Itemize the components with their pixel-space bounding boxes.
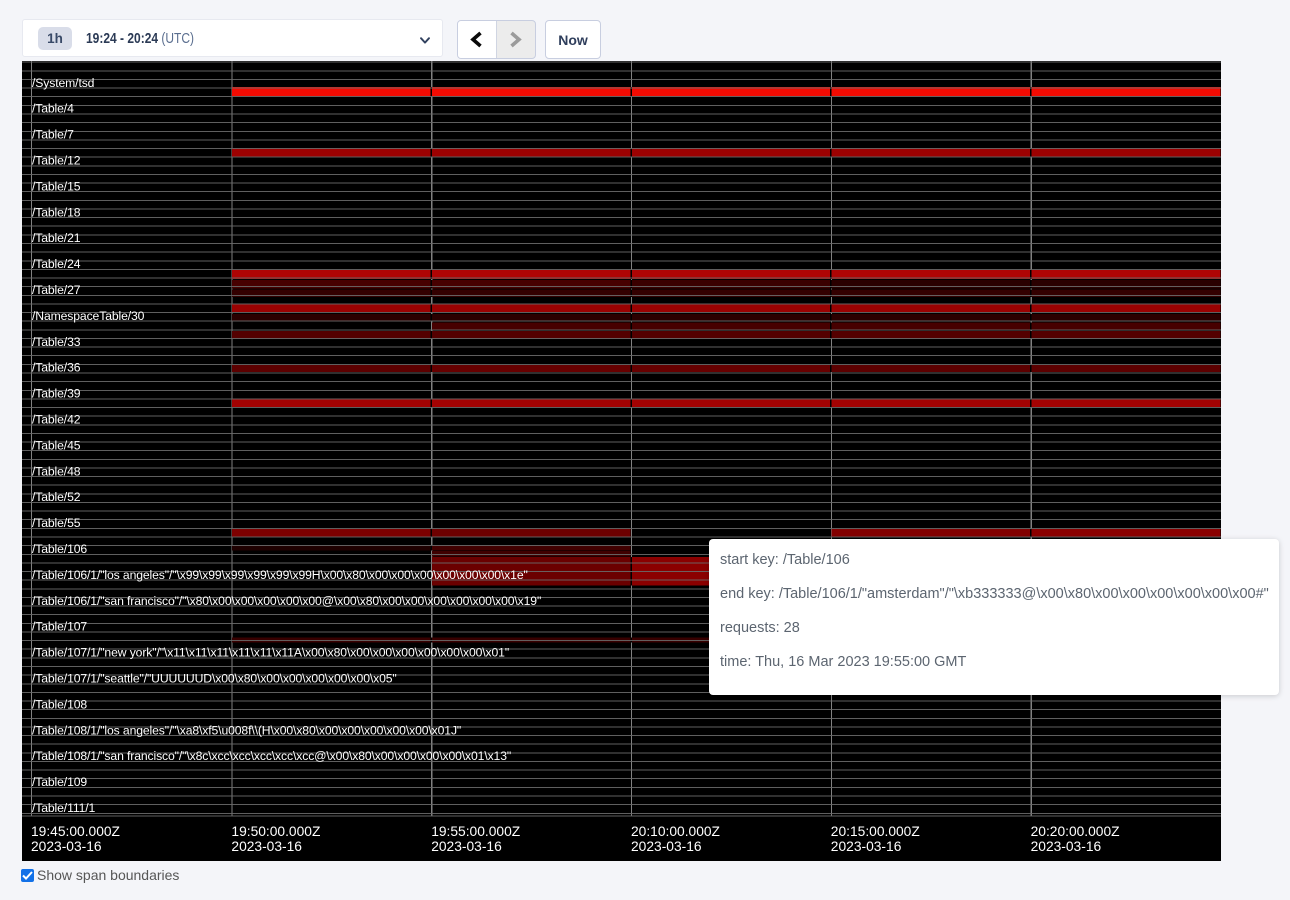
svg-text:/Table/108/1/"los angeles"/"\x: /Table/108/1/"los angeles"/"\xa8\xf5\u00… [32,723,461,737]
svg-text:/Table/55: /Table/55 [32,516,81,530]
svg-text:/Table/39: /Table/39 [32,387,81,401]
svg-text:/Table/108/1/"san francisco"/": /Table/108/1/"san francisco"/"\x8c\xcc\x… [32,749,511,763]
svg-text:/Table/12: /Table/12 [32,154,81,168]
svg-text:/Table/7: /Table/7 [32,128,74,142]
svg-text:/Table/18: /Table/18 [32,205,81,219]
svg-text:/Table/21: /Table/21 [32,231,81,245]
svg-text:/Table/48: /Table/48 [32,464,81,478]
svg-text:2023-03-16: 2023-03-16 [1031,839,1102,854]
svg-text:/System/tsd: /System/tsd [32,76,94,90]
svg-text:2023-03-16: 2023-03-16 [31,839,102,854]
svg-text:2023-03-16: 2023-03-16 [831,839,902,854]
svg-text:20:10:00.000Z: 20:10:00.000Z [631,824,720,839]
svg-text:2023-03-16: 2023-03-16 [431,839,502,854]
svg-text:/Table/15: /Table/15 [32,179,81,193]
svg-text:/Table/108: /Table/108 [32,697,87,711]
svg-text:19:55:00.000Z: 19:55:00.000Z [431,824,520,839]
svg-text:/Table/36: /Table/36 [32,361,81,375]
svg-text:19:45:00.000Z: 19:45:00.000Z [31,824,120,839]
svg-text:/Table/111/1: /Table/111/1 [32,801,95,815]
svg-text:/Table/33: /Table/33 [32,335,81,349]
svg-text:19:50:00.000Z: 19:50:00.000Z [231,824,320,839]
svg-text:/Table/107/1/"seattle"/"UUUUUU: /Table/107/1/"seattle"/"UUUUUUD\x00\x80\… [32,672,397,686]
svg-text:20:15:00.000Z: 20:15:00.000Z [831,824,920,839]
svg-text:/Table/45: /Table/45 [32,438,81,452]
svg-text:/Table/42: /Table/42 [32,413,81,427]
svg-text:/Table/106/1/"san francisco"/": /Table/106/1/"san francisco"/"\x80\x00\x… [32,594,541,608]
svg-text:/Table/107/1/"new york"/"\x11\: /Table/107/1/"new york"/"\x11\x11\x11\x1… [32,646,509,660]
svg-text:/Table/52: /Table/52 [32,490,81,504]
svg-text:/Table/109: /Table/109 [32,775,87,789]
svg-text:/Table/4: /Table/4 [32,102,74,116]
svg-text:/Table/24: /Table/24 [32,257,81,271]
svg-text:2023-03-16: 2023-03-16 [631,839,702,854]
svg-text:/Table/27: /Table/27 [32,283,81,297]
svg-text:/NamespaceTable/30: /NamespaceTable/30 [32,309,145,323]
svg-text:20:20:00.000Z: 20:20:00.000Z [1031,824,1120,839]
svg-text:2023-03-16: 2023-03-16 [231,839,302,854]
svg-text:/Table/106/1/"los angeles"/"\x: /Table/106/1/"los angeles"/"\x99\x99\x99… [32,568,528,582]
svg-text:/Table/107: /Table/107 [32,620,87,634]
svg-text:/Table/106: /Table/106 [32,542,87,556]
